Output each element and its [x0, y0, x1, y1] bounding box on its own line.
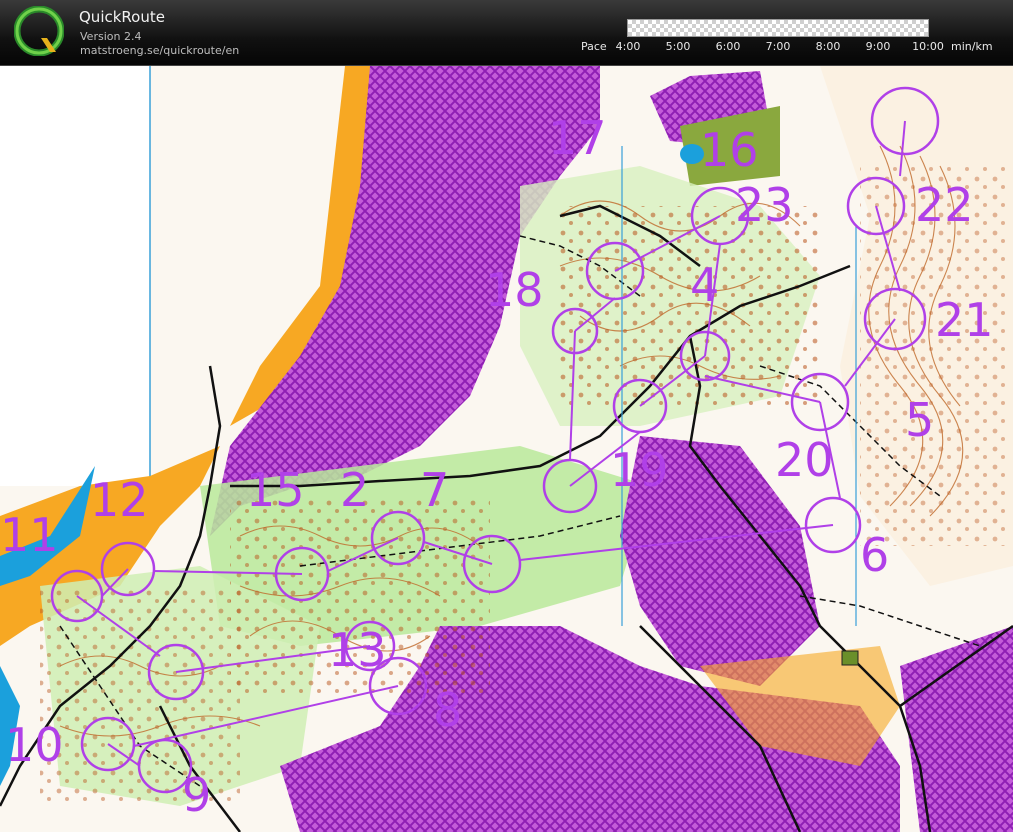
map-symbol-icon: [841, 650, 859, 666]
pace-label: Pace: [581, 40, 607, 53]
app-url-link[interactable]: matstroeng.se/quickroute/en: [80, 44, 239, 57]
pace-tick: 9:00: [865, 40, 891, 53]
control-number: 8: [433, 683, 462, 737]
control-number: 2: [340, 463, 369, 517]
pace-tick: 4:00: [615, 40, 641, 53]
control-number: 9: [182, 768, 211, 822]
orienteering-map-view[interactable]: 17 16 23 22 18 4 21 5 20 19 6 7 2 15 12 …: [0, 66, 1013, 832]
pace-color-scale: [627, 19, 929, 37]
control-number: 5: [905, 393, 934, 447]
pace-tick: 10:00: [912, 40, 944, 53]
control-number: 13: [328, 623, 387, 677]
control-number: 20: [775, 433, 834, 487]
app-name: QuickRoute: [79, 8, 165, 26]
pace-tick: 5:00: [665, 40, 691, 53]
pace-tick: 8:00: [815, 40, 841, 53]
control-number: 17: [548, 111, 607, 165]
control-number: 6: [860, 528, 889, 582]
control-number: 7: [420, 463, 449, 517]
control-number: 10: [5, 718, 64, 772]
orienteering-map[interactable]: 17 16 23 22 18 4 21 5 20 19 6 7 2 15 12 …: [0, 66, 1013, 832]
control-number: 21: [935, 293, 994, 347]
control-number: 15: [246, 463, 305, 517]
control-number: 19: [610, 443, 669, 497]
control-number: 18: [485, 263, 544, 317]
pace-tick: 6:00: [715, 40, 741, 53]
control-number: 16: [700, 123, 759, 177]
pace-tick: 7:00: [765, 40, 791, 53]
control-number: 23: [735, 178, 794, 232]
app-version: Version 2.4: [80, 30, 142, 43]
pace-unit: min/km: [951, 40, 993, 53]
control-number: 11: [0, 508, 59, 562]
quickroute-q-logo-icon: [14, 6, 64, 56]
control-number: 4: [690, 258, 719, 312]
control-number: 12: [90, 473, 149, 527]
control-number: 22: [915, 178, 974, 232]
app-header: QuickRoute Version 2.4 matstroeng.se/qui…: [0, 0, 1013, 66]
